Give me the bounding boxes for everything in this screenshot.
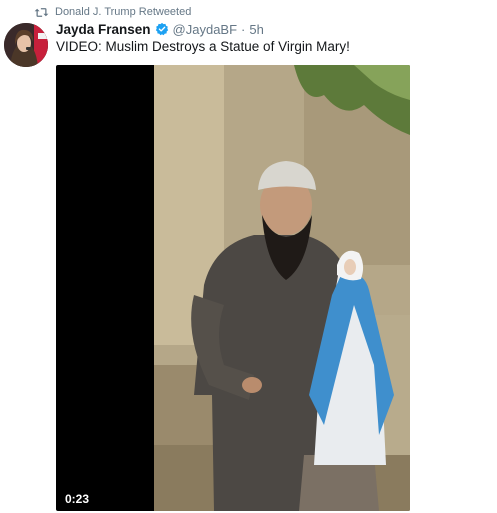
avatar[interactable]	[4, 23, 48, 67]
verified-badge-icon	[155, 22, 168, 36]
display-name[interactable]: Jayda Fransen	[56, 22, 151, 37]
video-frame	[154, 65, 410, 511]
tweet-header: Jayda Fransen @JaydaBF · 5h	[56, 20, 264, 38]
tweet-text: VIDEO: Muslim Destroys a Statue of Virgi…	[56, 39, 350, 54]
avatar-image	[4, 23, 48, 67]
retweet-icon	[34, 6, 49, 19]
video-player[interactable]: 0:23	[56, 65, 410, 511]
retweet-label[interactable]: Donald J. Trump Retweeted	[55, 6, 191, 18]
separator-dot: ·	[241, 21, 246, 37]
timestamp[interactable]: 5h	[249, 22, 263, 37]
retweet-context[interactable]: Donald J. Trump Retweeted	[34, 4, 191, 20]
video-duration: 0:23	[65, 492, 90, 506]
handle[interactable]: @JaydaBF	[173, 22, 238, 37]
